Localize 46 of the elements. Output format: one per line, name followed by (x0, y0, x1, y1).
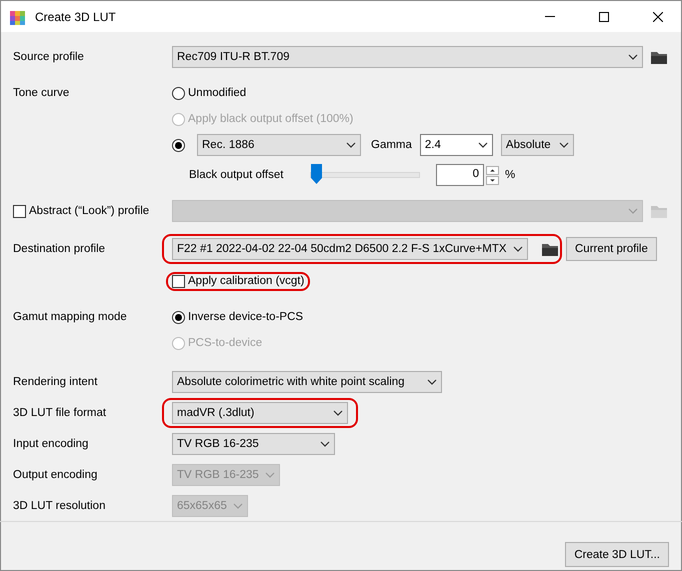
dropdown-caret-icon (513, 246, 523, 252)
dropdown-caret-icon (320, 440, 330, 446)
radio-button[interactable]: Inverse device-to-PCS (172, 310, 304, 324)
field-label: Source profile (13, 51, 85, 63)
folder-icon[interactable] (542, 242, 558, 256)
radio-button[interactable]: Unmodified (172, 86, 246, 100)
unit-label: % (505, 169, 516, 181)
field-label: Tone curve (13, 87, 70, 99)
field-label: Input encoding (13, 438, 90, 450)
folder-icon[interactable] (651, 50, 667, 64)
dropdown-caret-icon (232, 502, 243, 508)
dropdown-caret-icon (264, 472, 275, 478)
field-label: Gamut mapping mode (13, 311, 128, 323)
field-label: Output encoding (13, 468, 98, 480)
field-label: 3D LUT resolution (13, 500, 106, 512)
dropdown-caret-icon (346, 142, 356, 148)
dropdown[interactable]: madVR (.3dlut) (172, 402, 348, 424)
dropdown[interactable]: Rec. 1886 (197, 134, 361, 156)
field-label: 3D LUT file format (13, 406, 108, 418)
dropdown-caret-icon (333, 410, 343, 416)
slider-thumb[interactable] (311, 164, 322, 184)
window-title: Create 3D LUT (35, 10, 117, 24)
field-label: Black output offset (189, 169, 284, 181)
spin-up-icon[interactable] (486, 166, 499, 174)
dropdown[interactable]: Absolute (500, 134, 574, 156)
dropdown[interactable]: F22 #1 2022-04-02 22-04 50cdm2 D6500 2.2 F-S 1xCurve+MTX (172, 238, 528, 260)
dropdown-caret-icon (628, 54, 638, 60)
dropdown[interactable]: Rec709 ITU-R BT.709 (172, 46, 643, 68)
dropdown-caret-icon (427, 378, 437, 384)
number-field[interactable]: 0 (436, 164, 484, 186)
dropdown[interactable]: 2.4 (420, 134, 493, 156)
maximize-icon[interactable] (599, 12, 609, 22)
current-profile-button[interactable]: Current profile (566, 237, 657, 261)
field-label: Gamma (371, 139, 412, 151)
close-icon[interactable] (653, 12, 663, 22)
dropdown[interactable]: TV RGB 16-235 (172, 432, 335, 454)
field-label: Destination profile (13, 243, 106, 255)
checkbox[interactable]: Apply calibration (vcgt) (172, 274, 304, 288)
radio-button[interactable] (172, 138, 185, 152)
create-lut-button[interactable]: Create 3D LUT... (565, 542, 669, 567)
dropdown-caret-icon (558, 142, 569, 148)
dropdown-caret-icon (628, 208, 638, 214)
dropdown[interactable]: Absolute colorimetric with white point scaling (172, 370, 442, 392)
spin-down-icon[interactable] (486, 176, 499, 184)
field-label: Rendering intent (13, 376, 98, 388)
dropdown-caret-icon (478, 142, 488, 148)
